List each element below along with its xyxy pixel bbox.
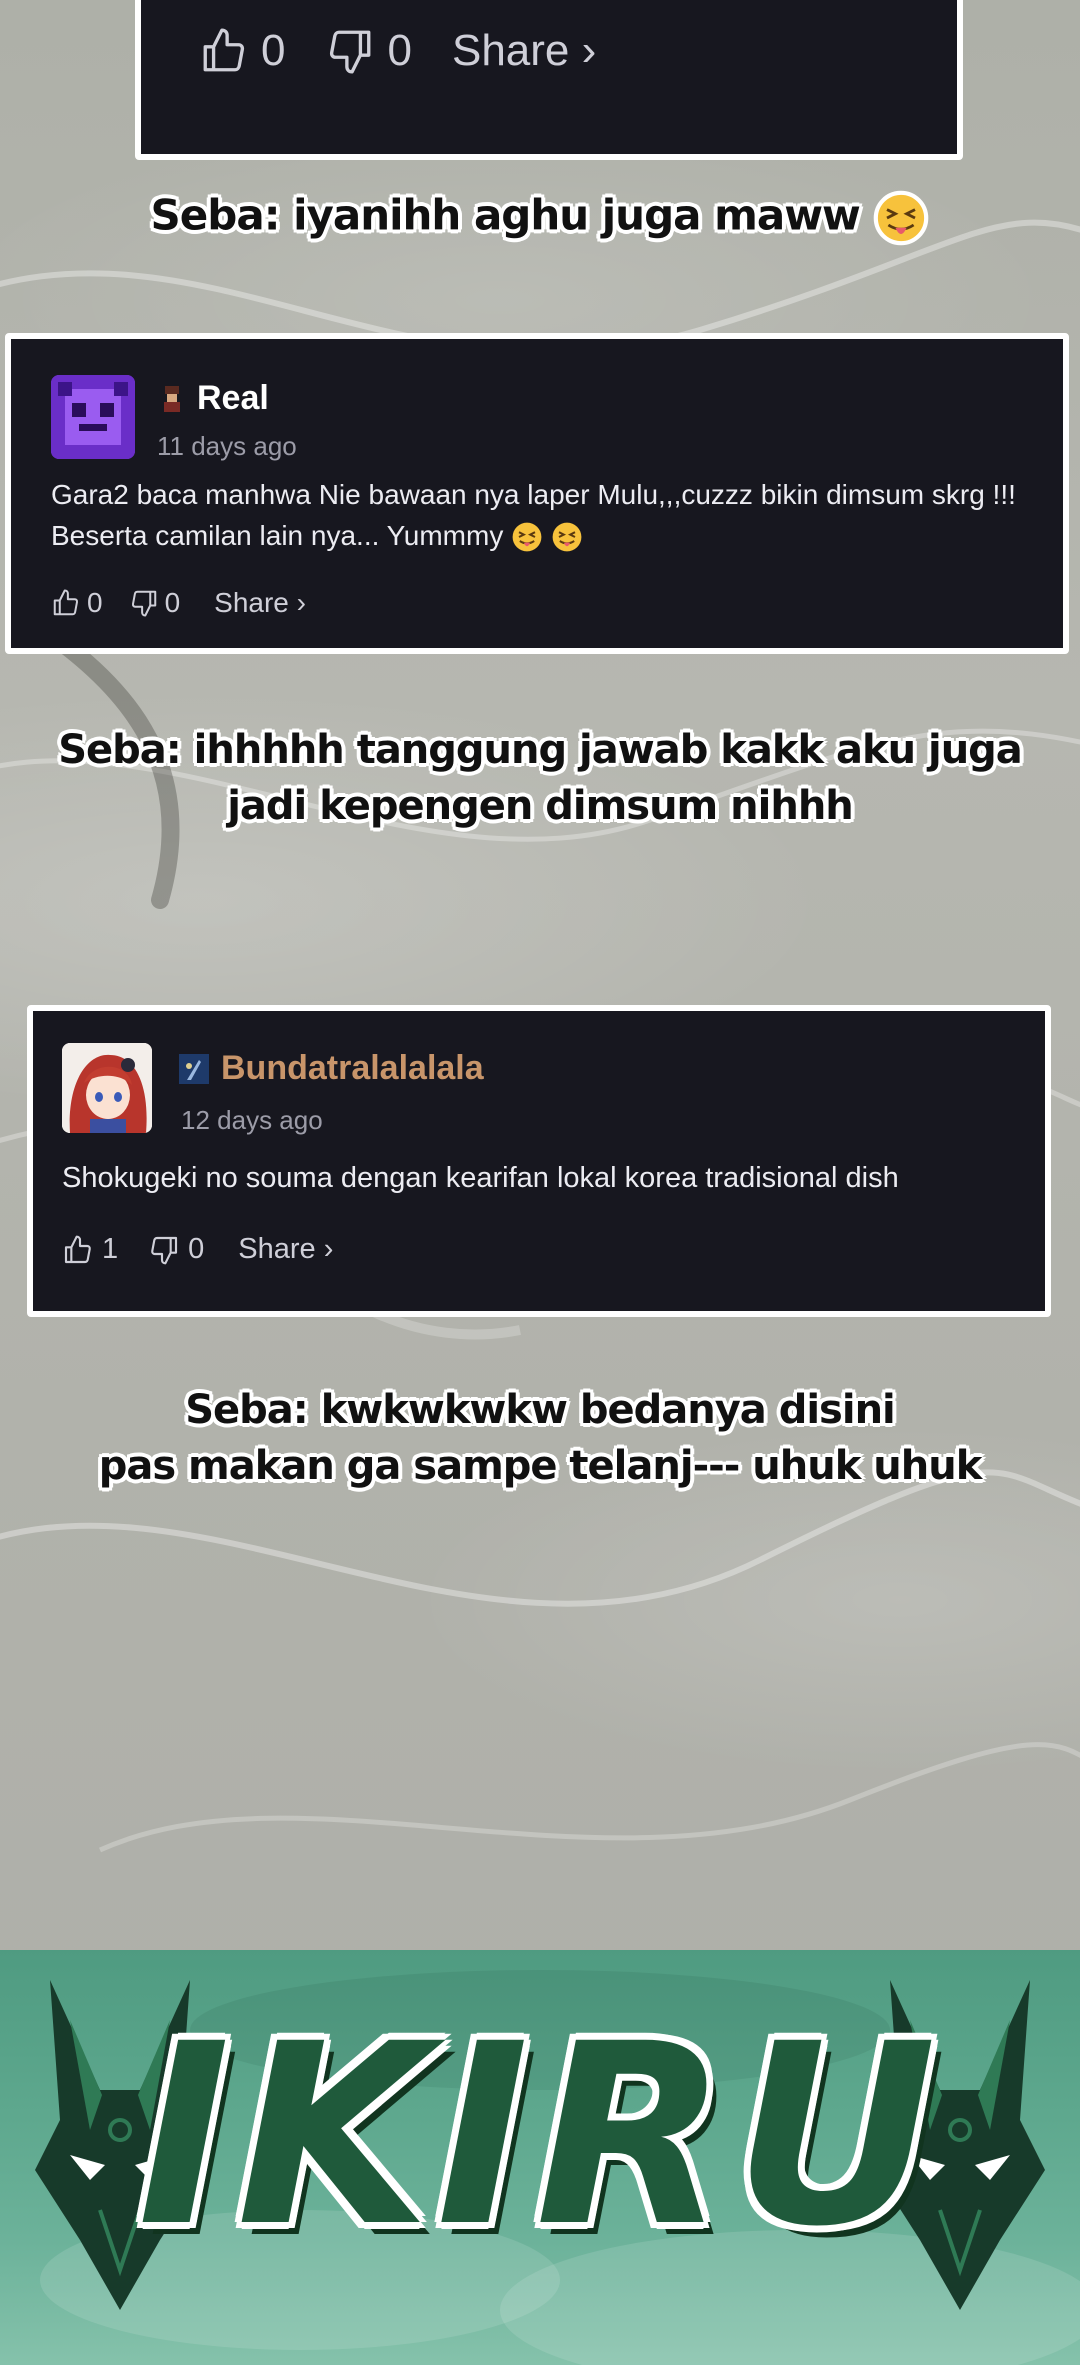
narration-caption: Seba: ihhhhh tanggung jawab kakk aku jug… bbox=[0, 722, 1080, 834]
narration-caption: Seba: iyanihh aghu juga maww bbox=[0, 190, 1080, 246]
caption-text: Seba: kwkwkwkw bedanya disini bbox=[185, 1387, 896, 1433]
thumbs-up-icon bbox=[53, 589, 79, 616]
comment-header: Real bbox=[159, 379, 269, 418]
dislike-button[interactable]: 0 bbox=[148, 1233, 204, 1266]
narration-caption: Seba: kwkwkwkw bedanya disini pas makan … bbox=[0, 1382, 1080, 1494]
tongue-out-emoji-icon bbox=[552, 522, 582, 552]
tongue-out-emoji-icon bbox=[874, 190, 929, 246]
like-count: 0 bbox=[87, 587, 103, 618]
caption-text: Seba: ihhhhh tanggung jawab kakk aku jug… bbox=[58, 727, 1023, 773]
comment-text-line: Gara2 baca manhwa Nie bawaan nya laper M… bbox=[51, 479, 1016, 510]
rank-badge-icon bbox=[164, 385, 180, 412]
share-link[interactable]: Share › bbox=[452, 26, 596, 76]
thumbs-up-icon bbox=[203, 28, 245, 72]
like-count: 1 bbox=[102, 1233, 119, 1265]
anime-girl-avatar-icon bbox=[62, 1043, 152, 1133]
dislike-button[interactable]: 0 bbox=[129, 587, 181, 619]
thumbs-down-icon bbox=[131, 590, 156, 617]
caption-text: pas makan ga sampe telanj--- uhuk uhuk bbox=[98, 1443, 983, 1489]
comment-card-real: Real 11 days ago Gara2 baca manhwa Nie b… bbox=[5, 333, 1069, 654]
comment-time: 11 days ago bbox=[157, 431, 297, 461]
comment-header: Bundatralalalala bbox=[179, 1049, 484, 1088]
thumbs-down-icon bbox=[151, 1236, 178, 1264]
dislike-count: 0 bbox=[387, 26, 412, 75]
username[interactable]: Bundatralalalala bbox=[221, 1049, 484, 1088]
dislike-count: 0 bbox=[188, 1233, 205, 1265]
comment-card-top: 0 0 Share › bbox=[135, 0, 963, 160]
pixel-avatar-icon bbox=[51, 375, 135, 459]
username[interactable]: Real bbox=[197, 379, 269, 418]
like-count: 0 bbox=[261, 26, 286, 75]
dislike-count: 0 bbox=[164, 587, 181, 618]
share-link[interactable]: Share › bbox=[214, 587, 306, 619]
comment-body: Gara2 baca manhwa Nie bawaan nya laper M… bbox=[51, 475, 1061, 556]
thumbs-down-icon bbox=[330, 30, 371, 74]
comment-actions: 0 0 Share › bbox=[199, 26, 596, 76]
comment-card-bundatralalalala: Bundatralalalala 12 days ago Shokugeki n… bbox=[27, 1005, 1051, 1317]
caption-text: Seba: iyanihh aghu juga maww bbox=[150, 190, 861, 240]
ikiru-logo: IKIRU bbox=[137, 1990, 943, 2281]
share-link[interactable]: Share › bbox=[238, 1233, 333, 1266]
thumbs-up-icon bbox=[64, 1235, 91, 1263]
dislike-button[interactable]: 0 bbox=[325, 26, 412, 76]
comment-actions: 0 0 Share › bbox=[51, 587, 306, 619]
like-button[interactable]: 1 bbox=[62, 1233, 118, 1266]
caption-text: jadi kepengen dimsum nihhh bbox=[227, 783, 854, 829]
rank-badge-icon bbox=[179, 1053, 209, 1084]
comment-text-line: Beserta camilan lain nya... Yummmy bbox=[51, 519, 504, 551]
comment-actions: 1 0 Share › bbox=[62, 1233, 333, 1266]
marble-background bbox=[0, 219, 1080, 1853]
avatar[interactable] bbox=[62, 1043, 152, 1133]
like-button[interactable]: 0 bbox=[51, 587, 103, 619]
avatar[interactable] bbox=[51, 375, 135, 459]
tongue-out-emoji-icon bbox=[512, 522, 542, 552]
comment-time: 12 days ago bbox=[181, 1105, 323, 1135]
comment-body: Shokugeki no souma dengan kearifan lokal… bbox=[62, 1162, 899, 1194]
like-button[interactable]: 0 bbox=[199, 26, 285, 76]
